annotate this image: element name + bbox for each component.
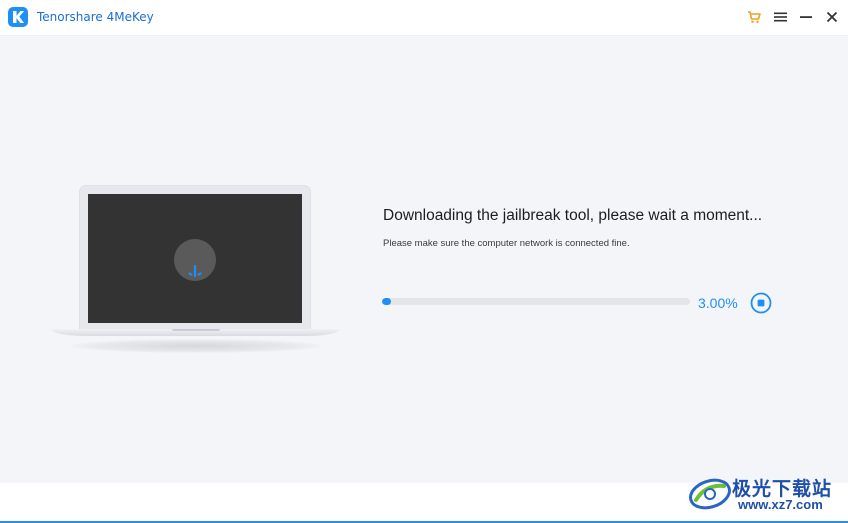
app-window: Tenorshare 4MeKey Downloading the jailbr…	[0, 0, 848, 523]
app-title: Tenorshare 4MeKey	[37, 10, 154, 24]
close-icon	[826, 11, 838, 23]
minimize-button[interactable]	[794, 6, 818, 28]
download-progress-bar	[382, 298, 690, 305]
watermark: 极光下载站 www.xz7.com	[688, 470, 844, 516]
minimize-icon	[800, 16, 812, 18]
laptop-screen	[88, 194, 302, 323]
menu-button[interactable]	[768, 6, 792, 28]
cart-button[interactable]	[742, 6, 766, 28]
laptop-shadow	[70, 339, 322, 353]
progress-percent: 3.00%	[698, 295, 738, 311]
menu-icon	[773, 12, 787, 22]
status-heading: Downloading the jailbreak tool, please w…	[383, 207, 763, 224]
laptop-base	[51, 329, 340, 336]
cart-icon	[748, 11, 761, 23]
watermark-url: www.xz7.com	[738, 497, 823, 512]
app-logo-icon	[8, 7, 28, 27]
laptop-notch	[172, 329, 220, 331]
stop-download-button[interactable]	[750, 292, 772, 314]
close-button[interactable]	[820, 6, 844, 28]
loading-spinner-icon	[174, 239, 216, 281]
laptop-illustration	[50, 183, 342, 368]
progress-fill	[382, 298, 392, 305]
status-subtext: Please make sure the computer network is…	[383, 238, 630, 249]
watermark-logo-icon	[689, 478, 731, 510]
title-bar: Tenorshare 4MeKey	[0, 0, 848, 36]
stop-icon	[750, 292, 772, 314]
laptop-lid	[79, 185, 311, 331]
